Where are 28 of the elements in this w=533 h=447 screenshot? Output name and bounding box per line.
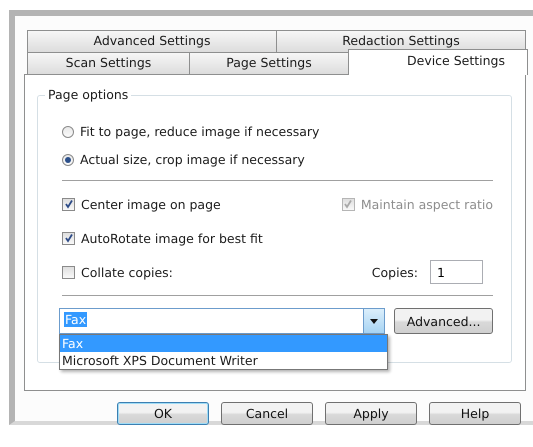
dialog-button[interactable]: Apply [325,402,417,425]
tab[interactable]: Page Settings [189,52,349,74]
radio-label: Fit to page, reduce image if necessary [80,124,320,139]
caret-icon [370,318,378,324]
dropdown-option[interactable]: Microsoft XPS Document Writer [60,352,387,369]
checkbox-label: Maintain aspect ratio [360,196,493,212]
dialog-button[interactable]: Help [429,402,521,425]
tab[interactable]: Device Settings [348,49,528,75]
checkbox-label: Center image on page [81,196,221,212]
radio-button[interactable] [62,154,74,166]
checkbox[interactable] [62,232,75,244]
radio-label: Actual size, crop image if necessary [80,152,305,167]
copies-label: Copies: [372,264,418,280]
radio-button[interactable] [62,126,74,138]
dialog-button[interactable]: OK [117,402,209,425]
dropdown-arrow-button[interactable] [363,309,384,333]
dialog-button[interactable]: Cancel [221,402,313,425]
tab[interactable]: Scan Settings [27,52,190,74]
tab[interactable]: Advanced Settings [27,30,277,52]
checkbox-label: Collate copies: [81,264,173,280]
copies-field[interactable]: 1 [430,260,483,284]
group-title: Page options [45,87,132,102]
checkbox[interactable] [62,266,75,278]
checkbox-label: AutoRotate image for best fit [81,230,263,246]
advanced-button[interactable]: Advanced... [394,308,493,334]
tab[interactable]: Redaction Settings [276,30,526,52]
checkbox[interactable] [62,198,75,210]
selected-text: Fax [64,312,88,327]
